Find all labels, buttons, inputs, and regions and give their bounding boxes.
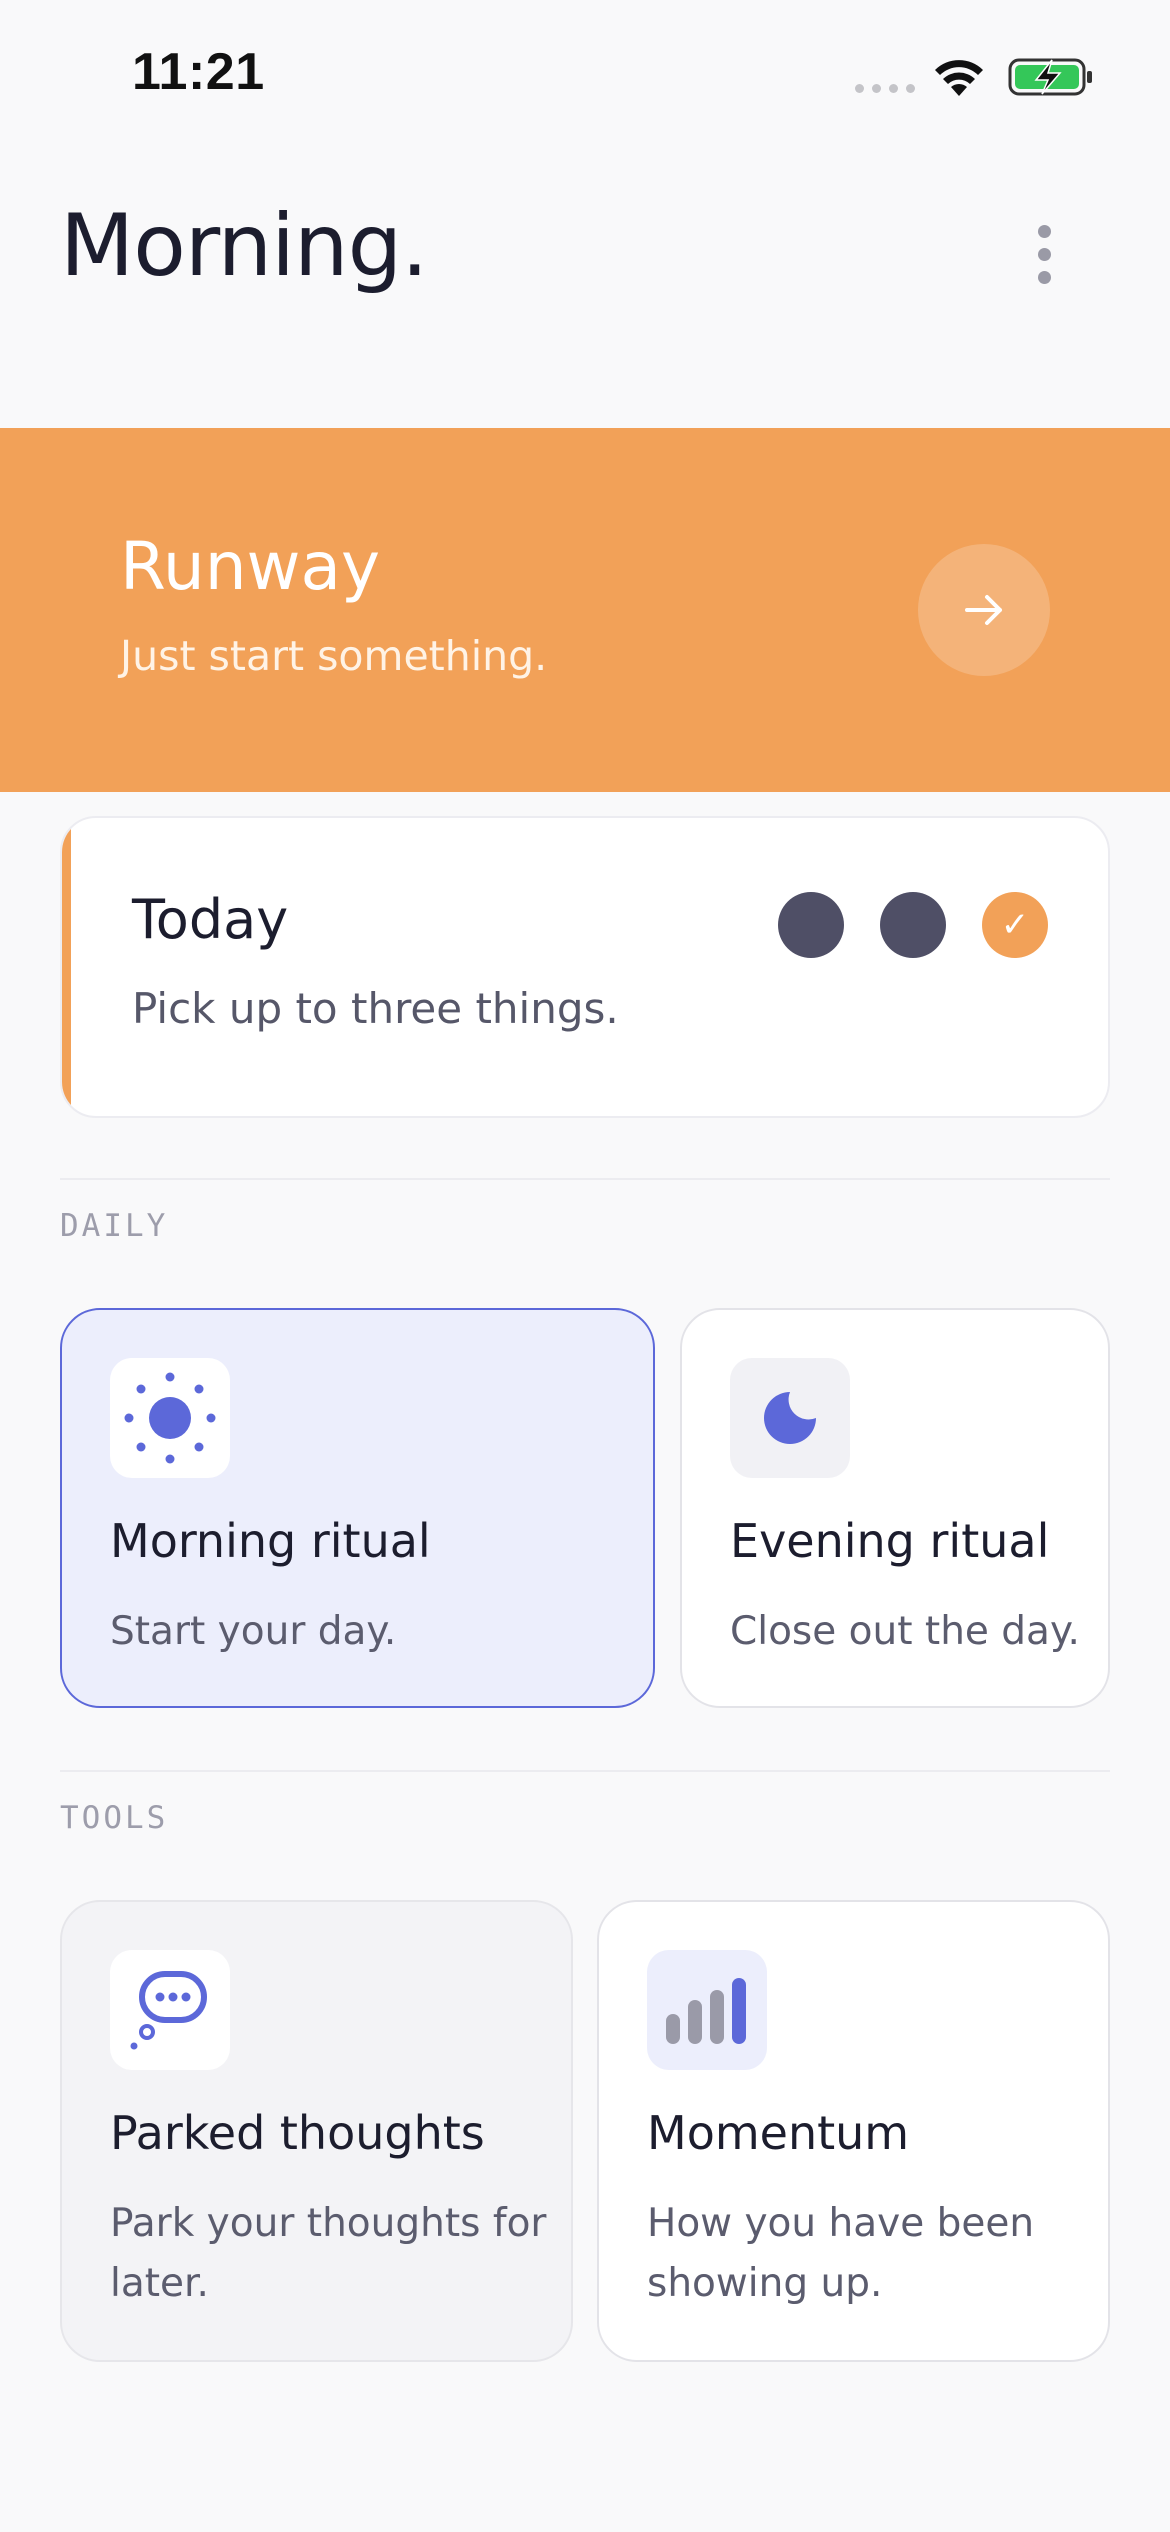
section-label-daily: DAILY <box>60 1208 169 1244</box>
runway-start-button[interactable] <box>918 544 1050 676</box>
parked-thoughts-title: Parked thoughts <box>110 2106 485 2160</box>
evening-ritual-card[interactable]: Evening ritual Close out the day. <box>680 1308 1110 1708</box>
today-subtitle: Pick up to three things. <box>132 984 619 1033</box>
today-slot-empty[interactable] <box>880 892 946 958</box>
status-time: 11:21 <box>132 43 265 101</box>
parked-thoughts-card[interactable]: Parked thoughts Park your thoughts for l… <box>60 1900 573 2362</box>
parked-thoughts-description: Park your thoughts for later. <box>110 2201 547 2306</box>
today-slots: ✓ <box>778 892 1048 958</box>
today-card[interactable]: Today Pick up to three things. ✓ <box>60 816 1110 1118</box>
morning-ritual-title: Morning ritual <box>110 1514 431 1568</box>
today-slot-empty[interactable] <box>778 892 844 958</box>
more-options-button[interactable] <box>1014 214 1074 294</box>
section-label-tools: TOOLS <box>60 1800 169 1836</box>
runway-subtitle: Just start something. <box>120 632 548 680</box>
today-title: Today <box>132 888 289 951</box>
today-slot-done-checkmark-icon[interactable]: ✓ <box>982 892 1048 958</box>
more-dot <box>1037 270 1051 284</box>
divider <box>60 1178 1110 1180</box>
today-accent-bar <box>62 818 71 1116</box>
runway-banner[interactable]: Runway Just start something. <box>0 428 1170 792</box>
bar-chart-icon <box>647 1950 767 2070</box>
thought-bubble-icon <box>110 1950 230 2070</box>
divider <box>60 1770 1110 1772</box>
evening-ritual-description: Close out the day. <box>730 1609 1080 1654</box>
momentum-card[interactable]: Momentum How you have been showing up. <box>597 1900 1110 2362</box>
status-bar: 11:21 <box>0 0 1170 150</box>
more-dot <box>1037 247 1051 261</box>
wifi-icon <box>935 60 983 96</box>
page-title: Morning. <box>60 196 428 296</box>
runway-title: Runway <box>120 528 381 605</box>
morning-ritual-card[interactable]: Morning ritual Start your day. <box>60 1308 655 1708</box>
momentum-title: Momentum <box>647 2106 910 2160</box>
morning-ritual-description: Start your day. <box>110 1609 397 1654</box>
evening-ritual-title: Evening ritual <box>730 1514 1050 1568</box>
cellular-signal-icon <box>855 84 915 93</box>
moon-icon <box>730 1358 850 1478</box>
momentum-description: How you have been showing up. <box>647 2201 1035 2306</box>
arrow-right-icon <box>965 595 1002 625</box>
sun-icon <box>110 1358 230 1478</box>
battery-charging-icon <box>1008 58 1092 96</box>
more-dot <box>1037 224 1051 238</box>
